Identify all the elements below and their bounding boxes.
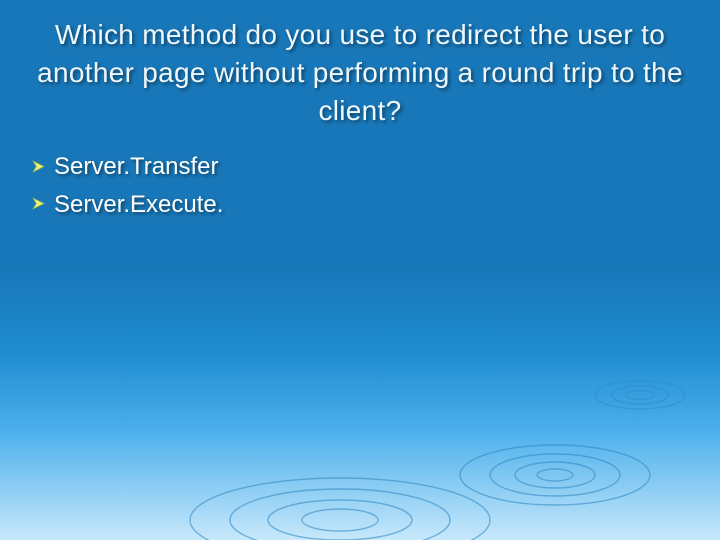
list-item: Server.Execute.	[30, 189, 690, 220]
chevron-right-icon	[30, 191, 46, 217]
chevron-right-icon	[30, 153, 46, 179]
list-item: Server.Transfer	[30, 151, 690, 182]
slide-title: Which method do you use to redirect the …	[0, 0, 720, 129]
list-item-text: Server.Transfer	[54, 151, 219, 182]
list-item-text: Server.Execute.	[54, 189, 223, 220]
slide: Which method do you use to redirect the …	[0, 0, 720, 540]
slide-body: Server.Transfer Server.Execute.	[0, 129, 720, 219]
